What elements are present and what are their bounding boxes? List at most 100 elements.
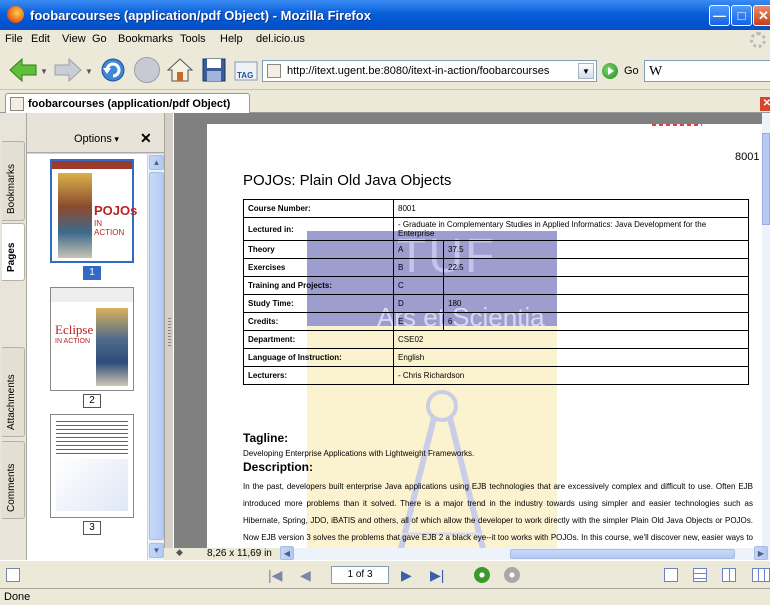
page-number-1: 1 xyxy=(83,266,101,280)
scroll-down-icon[interactable]: ▼ xyxy=(149,543,164,558)
scroll-thumb[interactable] xyxy=(149,172,164,540)
tag-button[interactable]: TAG xyxy=(232,56,260,84)
continuous-facing-icon[interactable] xyxy=(752,568,770,582)
table-key-cell: Lectured in: xyxy=(243,217,394,241)
go-forward-view-icon[interactable] xyxy=(504,567,520,583)
forward-history-dropdown-icon[interactable]: ▼ xyxy=(85,67,93,76)
maximize-button[interactable]: □ xyxy=(731,5,752,26)
table-row: Department: CSE02 xyxy=(243,330,749,349)
url-dropdown-icon[interactable]: ▼ xyxy=(578,63,594,79)
minimize-button[interactable]: — xyxy=(709,5,730,26)
back-history-dropdown-icon[interactable]: ▼ xyxy=(40,67,48,76)
status-bar: Done xyxy=(0,588,770,605)
close-icon: ✕ xyxy=(758,8,769,23)
next-page-icon[interactable]: ▶ xyxy=(401,567,412,584)
go-icon[interactable] xyxy=(602,63,618,79)
close-tab-button[interactable]: ✕ xyxy=(760,97,770,111)
wikipedia-search-icon[interactable]: W xyxy=(649,64,662,80)
table-key-cell: Department: xyxy=(243,330,394,349)
table-letter-cell: C xyxy=(393,276,444,295)
go-back-view-icon[interactable] xyxy=(474,567,490,583)
address-bar[interactable]: http://itext.ugent.be:8080/itext-in-acti… xyxy=(262,60,597,82)
thumbnail-scrollbar[interactable]: ▲ ▼ xyxy=(147,154,164,560)
thumbnail-image-2: Eclipse IN ACTION xyxy=(50,287,134,391)
stop-icon xyxy=(134,57,160,83)
home-button[interactable] xyxy=(166,56,194,84)
page-size-arrow-icon[interactable]: ◆ xyxy=(176,547,183,558)
previous-page-icon[interactable]: ◀ xyxy=(300,567,311,584)
menu-delicious[interactable]: del.icio.us xyxy=(256,33,305,45)
forward-arrow-icon xyxy=(54,57,82,83)
document-scrollbar[interactable] xyxy=(762,113,770,548)
menu-bookmarks[interactable]: Bookmarks xyxy=(118,33,173,45)
horizontal-scroll-thumb[interactable] xyxy=(510,549,735,559)
home-icon xyxy=(166,58,194,82)
document-scroll-thumb[interactable] xyxy=(762,133,770,225)
throbber-icon xyxy=(750,32,766,48)
tab-comments[interactable]: Comments xyxy=(2,441,25,519)
continuous-page-icon[interactable] xyxy=(693,568,707,582)
description-heading: Description: xyxy=(243,460,314,474)
pages-panel-header: Options ✕ xyxy=(27,113,164,153)
tab-pages-label: Pages xyxy=(6,242,17,272)
page-thumbnail-1[interactable]: POJOs IN ACTION 1 xyxy=(50,159,137,280)
thumbnail-watermark xyxy=(56,459,128,511)
scroll-left-icon[interactable]: ◀ xyxy=(280,546,294,560)
horizontal-scrollbar[interactable]: ◀ ▶ xyxy=(280,546,770,560)
close-window-button[interactable]: ✕ xyxy=(753,5,770,26)
firefox-window: foobarcourses (application/pdf Object) -… xyxy=(0,0,770,605)
firefox-icon xyxy=(7,6,24,23)
panel-splitter[interactable] xyxy=(164,113,174,560)
url-text[interactable]: http://itext.ugent.be:8080/itext-in-acti… xyxy=(287,65,549,77)
menu-view[interactable]: View xyxy=(62,33,86,45)
cover-figure xyxy=(58,173,92,258)
navigation-toolbar: ▼ ▼ TAG http://itext.ugent.be:8080/itext… xyxy=(0,50,770,90)
tab-attachments-label: Attachments xyxy=(6,374,17,430)
menu-help[interactable]: Help xyxy=(220,33,243,45)
table-value-cell xyxy=(443,276,749,295)
menu-file[interactable]: File xyxy=(5,33,23,45)
table-row: Lecturers: - Chris Richardson xyxy=(243,366,749,385)
save-page-button[interactable] xyxy=(200,56,228,84)
tab-attachments[interactable]: Attachments xyxy=(2,347,25,437)
scroll-right-icon[interactable]: ▶ xyxy=(754,546,768,560)
status-text: Done xyxy=(4,591,31,603)
toggle-panel-icon[interactable] xyxy=(6,568,20,582)
page-thumbnail-3[interactable]: 3 xyxy=(50,414,134,535)
last-page-icon[interactable]: ▶| xyxy=(430,567,444,584)
pages-panel: Options ✕ POJOs IN ACTION 1 xyxy=(27,113,164,560)
table-letter-cell: A xyxy=(393,240,444,259)
tab-label: foobarcourses (application/pdf Object) xyxy=(28,98,231,110)
close-panel-icon[interactable]: ✕ xyxy=(140,130,152,147)
tagline-text: Developing Enterprise Applications with … xyxy=(243,449,475,458)
first-page-icon[interactable]: |◀ xyxy=(268,567,282,584)
scroll-up-icon[interactable]: ▲ xyxy=(149,155,164,170)
stop-button[interactable] xyxy=(133,56,161,84)
page-number-input[interactable]: 1 of 3 xyxy=(331,566,389,584)
single-page-icon[interactable] xyxy=(664,568,678,582)
table-key-cell: Training and Projects: xyxy=(243,276,394,295)
back-button[interactable] xyxy=(8,56,37,84)
tab-bookmarks[interactable]: Bookmarks xyxy=(2,141,25,221)
menu-edit[interactable]: Edit xyxy=(31,33,50,45)
reload-button[interactable] xyxy=(99,56,127,84)
forward-button[interactable] xyxy=(53,56,82,84)
cover-title-2: Eclipse xyxy=(55,322,94,337)
search-box[interactable]: W xyxy=(644,60,770,82)
cover-subtitle-1: IN ACTION xyxy=(94,219,125,237)
tab-foobarcourses[interactable]: foobarcourses (application/pdf Object) xyxy=(5,93,250,114)
tab-pages[interactable]: Pages xyxy=(2,223,25,281)
menu-go[interactable]: Go xyxy=(92,33,107,45)
table-value-cell: English xyxy=(393,348,749,367)
tab-comments-label: Comments xyxy=(6,463,17,512)
page-size-label: 8,26 x 11,69 in xyxy=(207,548,272,559)
table-value-cell: CSE02 xyxy=(393,330,749,349)
facing-pages-icon[interactable] xyxy=(722,568,736,582)
page-thumbnail-2[interactable]: Eclipse IN ACTION 2 xyxy=(50,287,134,408)
description-text: In the past, developers built enterprise… xyxy=(243,482,753,542)
table-value-cell: - Chris Richardson xyxy=(393,366,749,385)
thumbnail-table-lines xyxy=(56,421,128,455)
options-menu[interactable]: Options xyxy=(74,133,119,145)
go-button-label[interactable]: Go xyxy=(624,65,639,77)
menu-tools[interactable]: Tools xyxy=(180,33,206,45)
